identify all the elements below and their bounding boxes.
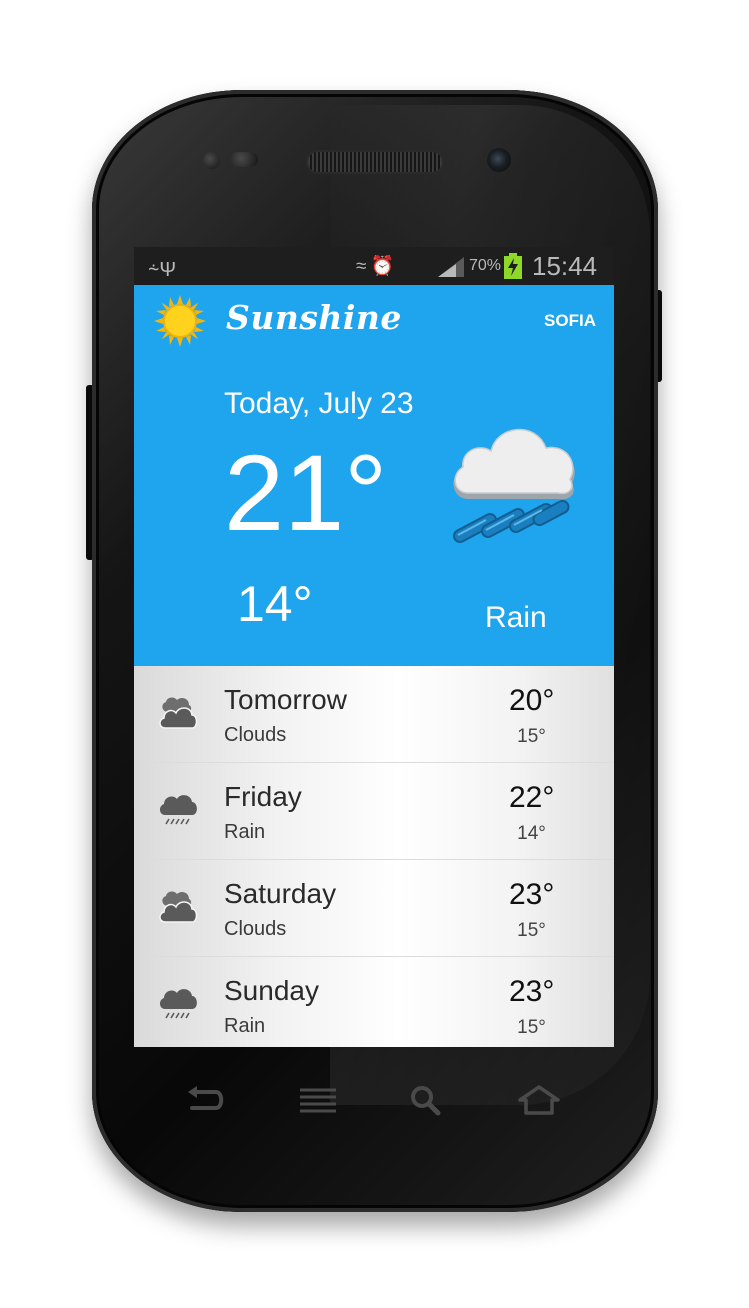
alarm-icon: ⏰ [370, 256, 399, 277]
proximity-sensor [203, 152, 220, 169]
battery-percent: 70% [469, 257, 502, 274]
forecast-high-temp: 23° [509, 975, 555, 1008]
rain-icon [159, 989, 197, 1019]
forecast-low-temp: 15° [517, 1017, 546, 1038]
back-icon[interactable] [184, 1084, 226, 1118]
forecast-day: Saturday [224, 878, 337, 909]
forecast-low-temp: 15° [517, 920, 546, 941]
forecast-item[interactable]: Sunday Rain 23° 15° [134, 957, 614, 1047]
forecast-high-temp: 23° [509, 878, 555, 911]
clouds-icon [159, 891, 198, 923]
forecast-high-temp: 22° [509, 781, 555, 814]
rain-cloud-icon [452, 428, 575, 543]
city-button[interactable]: SOFIA [544, 311, 596, 331]
battery-charging-icon [504, 253, 522, 279]
today-low-temp: 14° [237, 576, 313, 632]
action-bar: Sunshine SOFIA [134, 285, 614, 357]
today-panel[interactable]: Today, July 23 21° 14° Rain [134, 357, 614, 666]
forecast-low-temp: 15° [517, 726, 546, 747]
home-icon[interactable] [518, 1084, 560, 1118]
forecast-day: Friday [224, 781, 302, 812]
status-icons: ≈⏰ [356, 254, 398, 278]
clouds-icon [159, 697, 198, 729]
app-title: Sunshine [226, 298, 402, 337]
forecast-item[interactable]: Saturday Clouds 23° 15° [134, 860, 614, 957]
screen: ⸞Ψ ≈⏰ 70% 15:44 Sunshine SOFIA Today, Ju… [134, 247, 614, 1047]
forecast-list: Tomorrow Clouds 20° 15° Friday Rain 22° … [134, 666, 614, 1047]
forecast-item[interactable]: Tomorrow Clouds 20° 15° [134, 666, 614, 763]
signal-icon [438, 257, 464, 277]
today-description: Rain [485, 601, 547, 634]
today-high-temp: 21° [224, 432, 388, 553]
vibrate-icon: ≈ [356, 256, 371, 277]
menu-icon[interactable] [298, 1084, 340, 1118]
forecast-description: Rain [224, 1015, 266, 1037]
light-sensor [230, 152, 258, 167]
forecast-day: Tomorrow [224, 684, 347, 715]
front-camera [487, 148, 511, 172]
sun-icon[interactable] [154, 295, 206, 347]
search-icon[interactable] [408, 1084, 450, 1118]
status-time: 15:44 [532, 251, 598, 281]
forecast-low-temp: 14° [517, 823, 546, 844]
rain-icon [159, 795, 197, 825]
today-date: Today, July 23 [224, 387, 414, 420]
forecast-description: Rain [224, 821, 266, 843]
forecast-day: Sunday [224, 975, 319, 1006]
status-bar: ⸞Ψ ≈⏰ 70% 15:44 [134, 247, 614, 285]
forecast-high-temp: 20° [509, 684, 555, 717]
forecast-item[interactable]: Friday Rain 22° 14° [134, 763, 614, 860]
forecast-description: Clouds [224, 724, 287, 746]
usb-icon: ⸞Ψ [148, 259, 177, 281]
forecast-description: Clouds [224, 918, 287, 940]
earpiece-speaker [308, 152, 442, 172]
